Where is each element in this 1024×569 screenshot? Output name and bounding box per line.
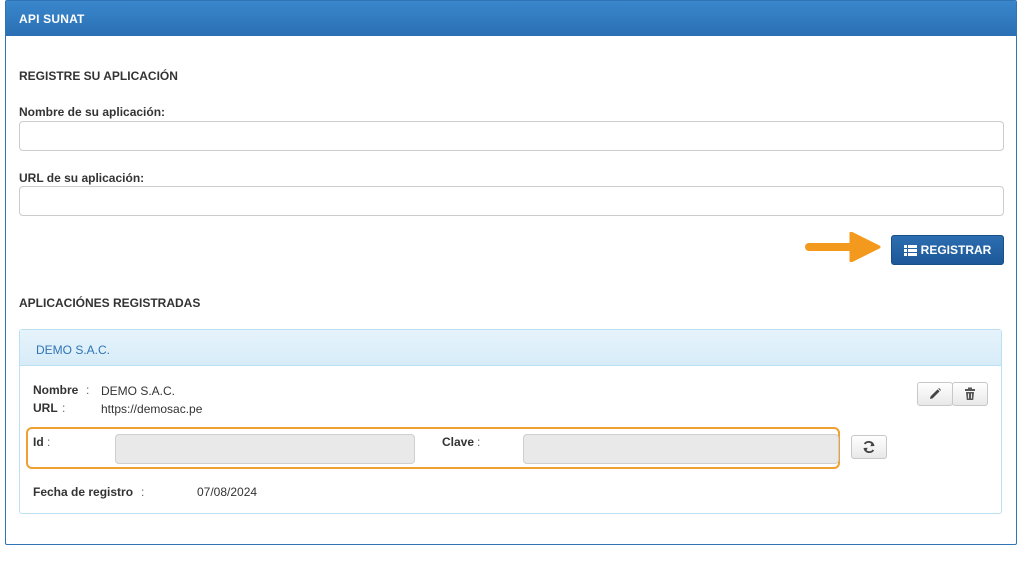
app-name-field-label: Nombre bbox=[33, 383, 79, 397]
app-card: DEMO S.A.C. Nombre : DEMO S.A.C. URL : h… bbox=[19, 329, 1002, 514]
app-url-field-label: URL bbox=[33, 401, 58, 415]
register-button[interactable]: REGISTRAR bbox=[891, 235, 1004, 265]
app-name-value: DEMO S.A.C. bbox=[101, 384, 176, 398]
app-name-input[interactable] bbox=[19, 121, 1004, 151]
register-section-title: REGISTRE SU APLICACIÓN bbox=[19, 69, 178, 83]
app-name-label: Nombre de su aplicación: bbox=[19, 105, 166, 119]
id-field[interactable] bbox=[115, 434, 415, 464]
key-field[interactable] bbox=[523, 434, 839, 464]
app-card-header: DEMO S.A.C. bbox=[20, 330, 1001, 366]
refresh-icon bbox=[863, 440, 875, 454]
colon: : bbox=[47, 435, 51, 449]
colon: : bbox=[86, 383, 90, 397]
list-icon bbox=[903, 244, 917, 256]
key-label: Clave bbox=[442, 435, 475, 449]
panel-title: API SUNAT bbox=[6, 1, 1016, 36]
edit-button[interactable] bbox=[917, 382, 953, 406]
registration-date-label: Fecha de registro bbox=[33, 485, 134, 499]
colon: : bbox=[62, 401, 66, 415]
pencil-icon bbox=[930, 388, 941, 399]
colon: : bbox=[141, 485, 145, 499]
register-button-label: REGISTRAR bbox=[920, 243, 992, 257]
id-label: Id bbox=[33, 435, 44, 449]
trash-icon bbox=[965, 387, 975, 400]
regenerate-credentials-button[interactable] bbox=[851, 435, 887, 459]
app-url-label: URL de su aplicación: bbox=[19, 171, 145, 185]
registration-date-value: 07/08/2024 bbox=[197, 485, 258, 499]
app-url-value: https://demosac.pe bbox=[101, 402, 203, 416]
colon: : bbox=[477, 435, 481, 449]
delete-button[interactable] bbox=[952, 382, 988, 406]
app-url-input[interactable] bbox=[19, 186, 1004, 216]
registered-section-title: APLICACIÓNES REGISTRADAS bbox=[19, 296, 201, 310]
arrow-right-icon bbox=[805, 232, 881, 262]
api-sunat-panel: API SUNAT REGISTRE SU APLICACIÓN Nombre … bbox=[5, 0, 1017, 545]
